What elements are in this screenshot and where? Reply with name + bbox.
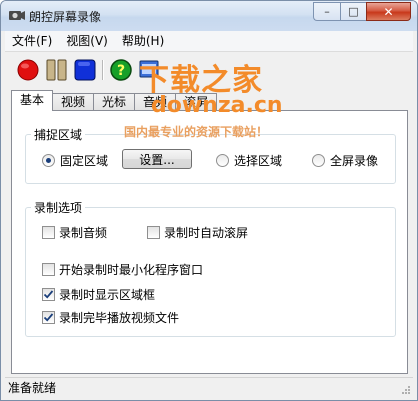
radio-dot	[42, 154, 55, 167]
record-options-title: 录制选项	[31, 199, 86, 216]
checkbox-label: 录制完毕播放视频文件	[59, 311, 180, 325]
radio-dot	[312, 154, 325, 167]
status-text: 准备就绪	[8, 381, 57, 395]
pause-button[interactable]	[45, 58, 69, 82]
record-button[interactable]	[16, 58, 40, 82]
menu-view[interactable]: 视图(V)	[59, 31, 115, 51]
title-bar[interactable]: 朗控屏幕录像 – □ ✕	[1, 1, 417, 31]
checkbox-auto-scroll[interactable]: 录制时自动滚屏	[147, 224, 248, 241]
checkbox-label: 录制时显示区域框	[59, 288, 156, 302]
toolbar-separator	[102, 60, 103, 80]
help-button[interactable]: ?	[109, 58, 133, 82]
checkbox-box	[42, 226, 55, 239]
checkbox-box-checked	[42, 311, 55, 324]
radio-fullscreen[interactable]: 全屏录像	[312, 152, 378, 169]
checkbox-box-checked	[42, 288, 55, 301]
checkbox-box	[147, 226, 160, 239]
checkbox-label: 录制时自动滚屏	[164, 226, 249, 240]
resize-grip-icon[interactable]	[401, 385, 411, 395]
tab-panel-basic: 捕捉区域 固定区域 设置... 选择区域 全屏录像 录制选项 录制音频 录制时自…	[11, 110, 408, 374]
camera-app-icon	[8, 8, 26, 22]
tab-video[interactable]: 视频	[52, 93, 95, 111]
minimize-button[interactable]: –	[313, 2, 340, 21]
radio-select-label: 选择区域	[234, 154, 283, 168]
menu-file[interactable]: 文件(F)	[5, 31, 59, 51]
checkbox-play-after-record[interactable]: 录制完毕播放视频文件	[42, 309, 179, 326]
about-button[interactable]	[137, 58, 161, 82]
radio-fullscreen-label: 全屏录像	[330, 154, 379, 168]
tab-strip: 基本 视频 光标 音频 滚屏	[11, 90, 218, 111]
checkbox-show-region-frame[interactable]: 录制时显示区域框	[42, 286, 155, 303]
about-icon	[139, 60, 159, 78]
window-title: 朗控屏幕录像	[29, 10, 102, 24]
checkbox-box	[42, 263, 55, 276]
toolbar: ?	[5, 51, 413, 85]
tab-basic[interactable]: 基本	[11, 90, 54, 111]
checkmark-icon	[43, 290, 54, 299]
radio-select-area[interactable]: 选择区域	[216, 152, 282, 169]
checkmark-icon	[43, 313, 54, 322]
menu-help[interactable]: 帮助(H)	[115, 31, 171, 51]
capture-area-title: 捕捉区域	[31, 126, 86, 143]
status-bar: 准备就绪	[5, 377, 413, 397]
checkbox-label: 开始录制时最小化程序窗口	[59, 263, 204, 277]
tab-cursor[interactable]: 光标	[93, 93, 136, 111]
tab-scroll[interactable]: 滚屏	[175, 93, 218, 111]
maximize-icon: □	[348, 5, 359, 18]
stop-button[interactable]	[73, 58, 97, 82]
stop-icon	[74, 59, 96, 81]
record-icon	[17, 59, 39, 81]
svg-text:?: ?	[117, 63, 125, 79]
app-window: 朗控屏幕录像 – □ ✕ 文件(F) 视图(V) 帮助(H) ? 基本 视频 光…	[0, 0, 418, 401]
help-icon: ?	[110, 59, 132, 81]
checkbox-minimize-window[interactable]: 开始录制时最小化程序窗口	[42, 261, 203, 278]
checkbox-record-audio[interactable]: 录制音频	[42, 224, 107, 241]
radio-dot	[216, 154, 229, 167]
maximize-button[interactable]: □	[340, 2, 366, 21]
settings-button[interactable]: 设置...	[122, 149, 192, 169]
close-icon: ✕	[383, 4, 394, 19]
minimize-icon: –	[324, 5, 330, 18]
radio-fixed-area[interactable]: 固定区域	[42, 152, 108, 169]
tab-audio[interactable]: 音频	[134, 93, 177, 111]
checkbox-label: 录制音频	[59, 226, 108, 240]
pause-icon	[46, 59, 67, 81]
close-button[interactable]: ✕	[366, 2, 411, 21]
menu-bar: 文件(F) 视图(V) 帮助(H)	[5, 31, 413, 51]
radio-fixed-label: 固定区域	[60, 154, 109, 168]
